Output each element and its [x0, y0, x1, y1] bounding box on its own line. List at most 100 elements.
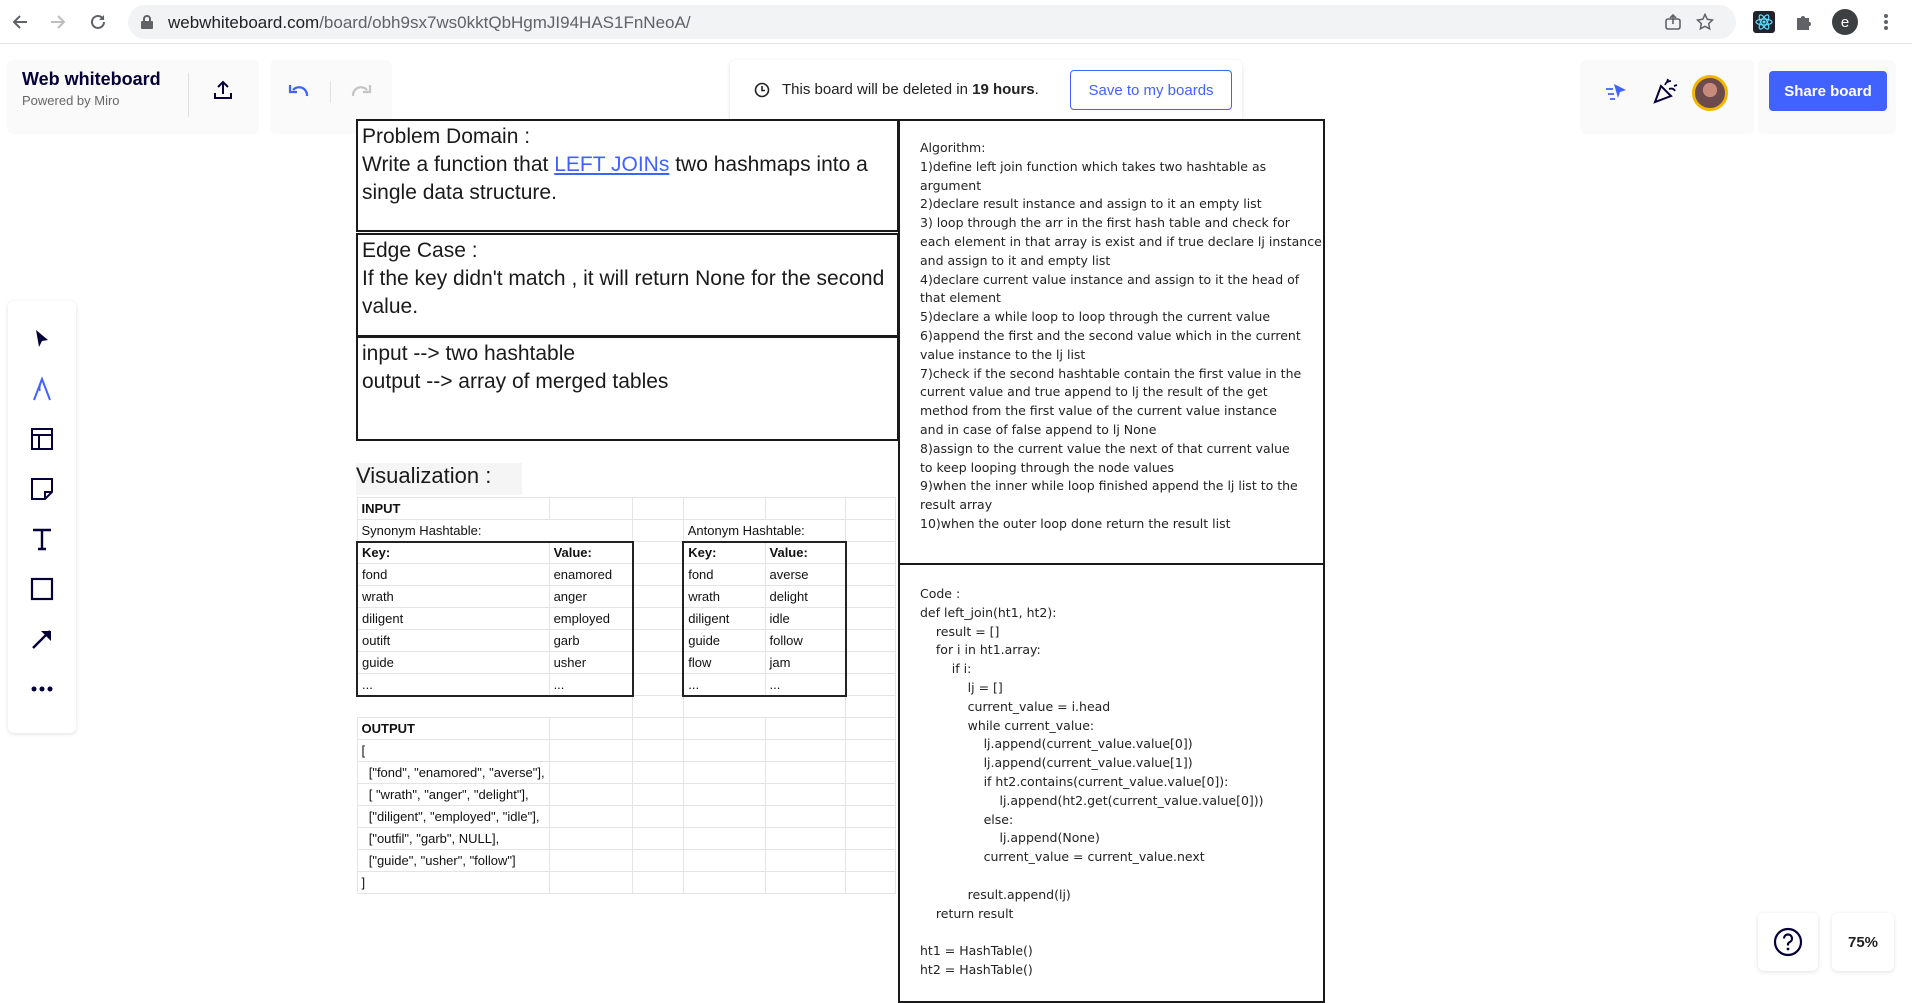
table-row: guide usher flow jam: [355, 651, 896, 674]
deletion-notice-text: This board will be deleted in 19 hours.: [782, 81, 1039, 98]
redo-button[interactable]: [346, 77, 376, 103]
layout-icon: [31, 428, 53, 450]
puzzle-icon: [1797, 16, 1811, 30]
table-cell: delight: [764, 585, 847, 608]
shape-tool[interactable]: [24, 571, 60, 607]
table-row: ...... ......: [355, 673, 896, 696]
sticky-note-icon: [31, 478, 53, 500]
share-page-icon[interactable]: [1664, 13, 1682, 31]
table-cell: flow: [682, 651, 766, 674]
pen-icon: [33, 376, 51, 401]
party-popper-icon: [1653, 78, 1678, 104]
more-tools-button[interactable]: [24, 671, 60, 707]
reload-icon: [91, 14, 105, 29]
user-avatar[interactable]: [1692, 75, 1728, 111]
arrow-icon: [32, 630, 51, 649]
table-row: ]: [356, 871, 896, 894]
profile-avatar[interactable]: e: [1832, 9, 1858, 35]
edge-case-card[interactable]: Edge Case : If the key didn't match , it …: [356, 233, 899, 337]
sticky-note-tool[interactable]: [24, 471, 60, 507]
kebab-menu-icon: [1884, 14, 1888, 30]
upload-icon: [214, 80, 232, 99]
table-row: outift garb guide follow: [355, 629, 896, 652]
browser-menu-button[interactable]: [1874, 10, 1898, 34]
problem-heading: Problem Domain :: [362, 125, 531, 148]
table-cell: guide: [355, 651, 550, 674]
table-cell: ...: [548, 673, 634, 696]
address-bar[interactable]: webwhiteboard.com/board/obh9sx7ws0kktQbH…: [128, 5, 1736, 39]
edge-case-body: If the key didn't match , it will return…: [362, 267, 885, 318]
output-line: ["fond", "enamored", "averse"],: [356, 761, 550, 784]
edge-case-text: Edge Case : If the key didn't match , it …: [358, 235, 897, 323]
text-icon: [33, 528, 51, 551]
table-row: fond enamored fond averse: [355, 563, 896, 586]
zoom-level[interactable]: 75%: [1832, 913, 1894, 971]
text-tool[interactable]: [24, 521, 60, 557]
left-join-link[interactable]: LEFT JOINs: [554, 153, 669, 176]
clock-icon: [754, 82, 770, 98]
undo-button[interactable]: [284, 77, 314, 103]
edge-case-heading: Edge Case :: [362, 239, 478, 262]
pen-tool[interactable]: [24, 371, 60, 407]
table-row: [357, 694, 896, 718]
back-button[interactable]: [8, 10, 32, 34]
pointer-icon: [36, 330, 48, 347]
problem-domain-card[interactable]: Problem Domain : Write a function that LE…: [356, 119, 899, 232]
connector-tool[interactable]: [24, 621, 60, 657]
left-toolbar: [8, 301, 76, 733]
table-row: ["guide", "usher", "follow"]: [356, 849, 896, 872]
react-devtools-extension[interactable]: [1752, 10, 1776, 34]
react-icon: [1753, 11, 1775, 33]
notice-hours: 19 hours: [972, 81, 1035, 98]
table-row: ["fond", "enamored", "averse"],: [356, 761, 896, 784]
visualization-sheet[interactable]: INPUT Synonym Hashtable: Antonym Hashtabl…: [355, 497, 896, 894]
table-cell: diligent: [682, 607, 766, 630]
table-cell: guide: [682, 629, 766, 652]
reactions-button[interactable]: [1650, 75, 1680, 107]
table-cell: enamored: [548, 563, 634, 586]
share-board-button[interactable]: Share board: [1769, 71, 1887, 111]
table-cell: idle: [764, 607, 847, 630]
follow-cursor-button[interactable]: [1602, 77, 1632, 107]
star-icon[interactable]: [1696, 13, 1714, 31]
algorithm-card[interactable]: Algorithm: 1)define left join function w…: [898, 119, 1325, 565]
table-cell: ...: [682, 673, 766, 696]
code-card[interactable]: Code : def left_join(ht1, ht2): result =…: [898, 563, 1325, 1003]
input-output-card[interactable]: input --> two hashtable output --> array …: [356, 336, 899, 441]
antonym-key-header: Key:: [682, 540, 766, 564]
export-button[interactable]: [208, 75, 238, 105]
extensions-button[interactable]: [1792, 10, 1816, 34]
table-row: diligent employed diligent idle: [355, 607, 896, 630]
synonym-title: Synonym Hashtable:: [356, 519, 634, 542]
app-title: Web whiteboard: [22, 69, 161, 89]
table-cell: jam: [764, 651, 847, 674]
url-host: webwhiteboard.com: [168, 13, 320, 32]
url-text: webwhiteboard.com/board/obh9sx7ws0kktQbH…: [168, 13, 691, 33]
table-cell: garb: [548, 629, 634, 652]
redo-icon: [351, 85, 372, 97]
output-line: ["outfil", "garb", NULL],: [356, 827, 550, 850]
io-text: input --> two hashtable output --> array …: [358, 338, 897, 398]
table-cell: follow: [764, 629, 847, 652]
templates-tool[interactable]: [24, 421, 60, 457]
output-label: OUTPUT: [356, 717, 550, 740]
table-row: OUTPUT: [356, 717, 896, 740]
help-button[interactable]: [1758, 913, 1818, 971]
algorithm-text: Algorithm: 1)define left join function w…: [920, 140, 1322, 531]
undo-icon: [288, 85, 309, 97]
select-tool[interactable]: [24, 321, 60, 357]
forward-button[interactable]: [46, 10, 70, 34]
table-cell: employed: [548, 607, 634, 630]
output-line: ["diligent", "employed", "idle"],: [356, 805, 550, 828]
lock-icon: [141, 15, 153, 29]
table-cell: fond: [682, 563, 766, 586]
input-line: input --> two hashtable: [362, 342, 576, 365]
notice-suffix: .: [1034, 81, 1039, 98]
reload-button[interactable]: [86, 10, 110, 34]
save-to-my-boards-button[interactable]: Save to my boards: [1070, 70, 1232, 110]
table-cell: ...: [764, 673, 847, 696]
code-text: Code : def left_join(ht1, ht2): result =…: [920, 586, 1264, 977]
app-subtitle: Powered by Miro: [22, 93, 120, 108]
table-cell: fond: [355, 563, 550, 586]
arrow-left-icon: [12, 15, 27, 29]
